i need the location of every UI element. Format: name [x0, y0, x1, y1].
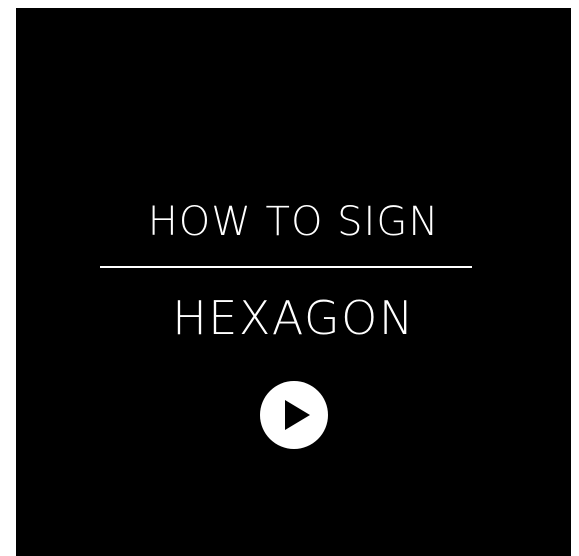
title-divider [100, 266, 472, 268]
play-button[interactable] [260, 381, 328, 449]
play-icon [285, 400, 310, 430]
video-title-line1: HOW TO SIGN [147, 199, 440, 245]
video-title-line2: HEXAGON [172, 291, 415, 345]
video-player[interactable]: HOW TO SIGN HEXAGON [16, 8, 571, 556]
